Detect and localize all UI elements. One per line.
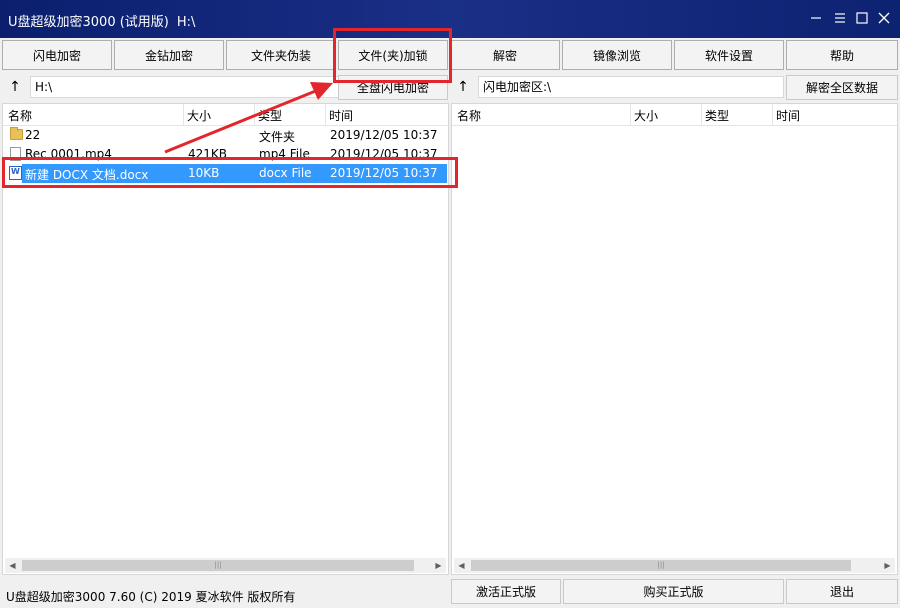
row-name: Rec 0001.mp4 [25,147,112,161]
full-disk-flash-encrypt-button[interactable]: 全盘闪电加密 [338,75,448,100]
row-name: 新建 DOCX 文档.docx [25,168,149,182]
column-type[interactable]: 类型 [258,107,282,124]
row-type: docx File [259,166,312,180]
scroll-thumb[interactable]: ||| [22,560,414,571]
column-size[interactable]: 大小 [634,107,658,124]
exit-button[interactable]: 退出 [786,579,898,604]
row-size: 421KB [188,147,228,161]
left-path-field[interactable]: H:\ [30,76,348,98]
help-button[interactable]: 帮助 [786,40,898,70]
docx-icon [9,166,22,180]
decrypt-all-area-button[interactable]: 解密全区数据 [786,75,898,100]
scroll-left-arrow-icon[interactable]: ◀ [5,558,20,573]
folder-icon [10,127,23,140]
decrypt-button[interactable]: 解密 [450,40,560,70]
column-divider[interactable] [254,104,255,126]
column-time[interactable]: 时间 [329,107,353,124]
column-divider[interactable] [701,104,702,126]
settings-button[interactable]: 软件设置 [674,40,784,70]
column-time[interactable]: 时间 [776,107,800,124]
scroll-left-arrow-icon[interactable]: ◀ [454,558,469,573]
table-row[interactable]: 22 文件夹 2019/12/05 10:37 [4,126,447,145]
left-horizontal-scrollbar[interactable]: ◀ ||| ▶ [5,558,446,573]
flash-encrypt-button[interactable]: 闪电加密 [2,40,112,70]
activate-button[interactable]: 激活正式版 [451,579,561,604]
right-list-header: 名称 大小 类型 时间 [452,104,897,126]
left-up-arrow-icon[interactable]: ↑ [5,78,25,96]
row-time: 2019/12/05 10:37 [330,166,438,180]
scroll-right-arrow-icon[interactable]: ▶ [431,558,446,573]
column-name[interactable]: 名称 [457,107,481,124]
purchase-button[interactable]: 购买正式版 [563,579,784,604]
left-list-header: 名称 大小 类型 时间 [3,104,448,126]
column-divider[interactable] [183,104,184,126]
column-size[interactable]: 大小 [187,107,211,124]
maximize-icon[interactable] [852,8,872,28]
title-path-text: H:\ [176,15,196,30]
row-name: 22 [25,128,41,142]
row-size: 10KB [188,166,220,180]
column-divider[interactable] [772,104,773,126]
row-time: 2019/12/05 10:37 [330,147,438,161]
folder-disguise-button[interactable]: 文件夹伪装 [226,40,336,70]
file-lock-button[interactable]: 文件(夹)加锁 [338,40,448,70]
right-file-list[interactable]: 名称 大小 类型 时间 ◀ ||| ▶ [451,103,898,575]
scroll-right-arrow-icon[interactable]: ▶ [880,558,895,573]
selection-highlight: 新建 DOCX 文档.docx 10KB docx File 2019/12/0… [22,164,447,183]
diamond-encrypt-button[interactable]: 金钻加密 [114,40,224,70]
table-row[interactable]: Rec 0001.mp4 421KB mp4 File 2019/12/05 1… [4,145,447,164]
column-divider[interactable] [325,104,326,126]
row-type: mp4 File [259,147,310,161]
window-title: U盘超级加密3000 (试用版) H:\ [8,11,195,30]
toolbar: 闪电加密 金钻加密 文件夹伪装 文件(夹)加锁 解密 镜像浏览 软件设置 帮助 [0,38,900,72]
file-icon [10,147,21,161]
restore-icon[interactable] [830,8,850,28]
mirror-browse-button[interactable]: 镜像浏览 [562,40,672,70]
copyright-text: U盘超级加密3000 7.60 (C) 2019 夏冰软件 版权所有 [6,590,296,604]
row-time: 2019/12/05 10:37 [330,128,438,142]
right-up-arrow-icon[interactable]: ↑ [453,78,473,96]
close-icon[interactable] [874,8,894,28]
right-path-field[interactable]: 闪电加密区:\ [478,76,784,98]
title-bar: U盘超级加密3000 (试用版) H:\ [0,0,900,38]
right-horizontal-scrollbar[interactable]: ◀ ||| ▶ [454,558,895,573]
app-title-text: U盘超级加密3000 (试用版) [8,15,169,30]
column-type[interactable]: 类型 [705,107,729,124]
column-divider[interactable] [630,104,631,126]
column-name[interactable]: 名称 [8,107,32,124]
row-type: 文件夹 [259,130,296,144]
table-row-selected[interactable]: 新建 DOCX 文档.docx 10KB docx File 2019/12/0… [4,164,447,183]
left-file-list[interactable]: 名称 大小 类型 时间 22 文件夹 2019/12/05 10:37 Rec … [2,103,449,575]
minimize-icon[interactable] [806,8,826,28]
scroll-thumb[interactable]: ||| [471,560,851,571]
